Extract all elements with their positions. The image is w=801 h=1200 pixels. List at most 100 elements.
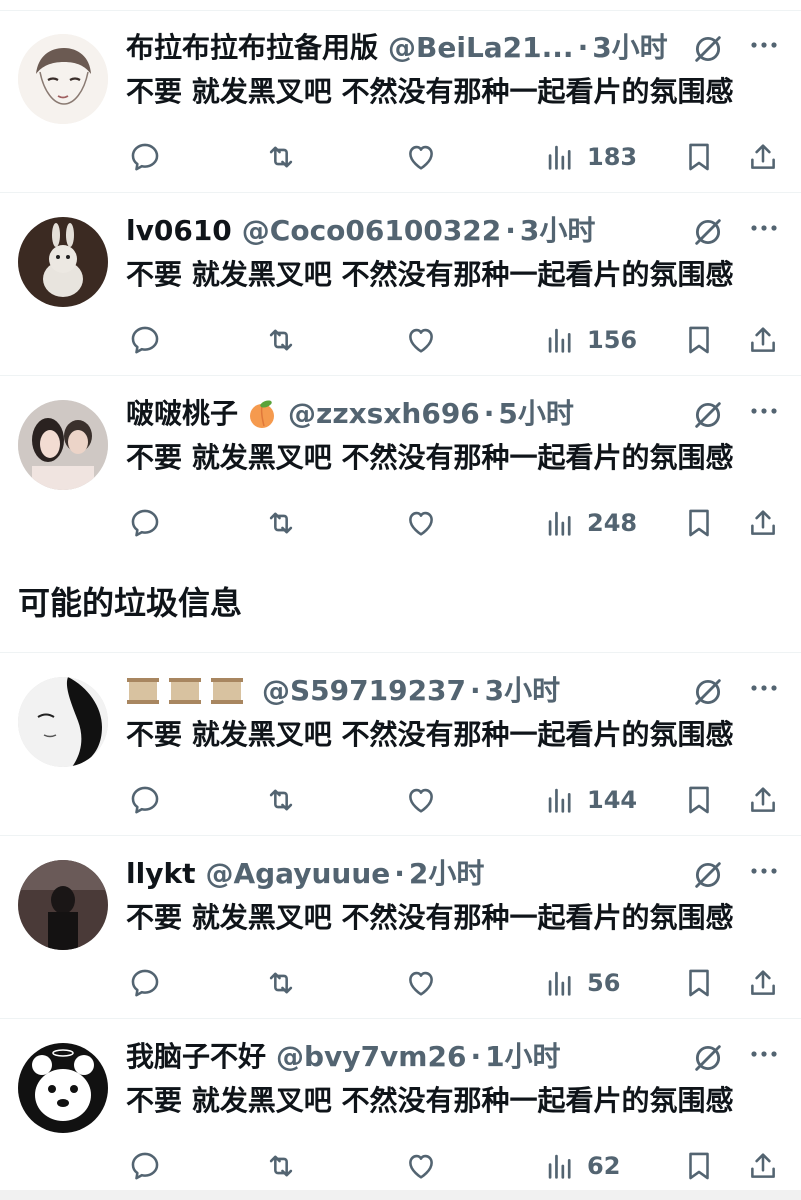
- user-handle[interactable]: @bvy7vm26: [276, 1037, 466, 1077]
- like-button[interactable]: [404, 777, 438, 823]
- views-button[interactable]: 62: [543, 1143, 620, 1189]
- retweet-icon: [264, 783, 298, 817]
- bookmark-button[interactable]: [682, 960, 716, 1006]
- grok-icon[interactable]: [691, 1041, 725, 1075]
- views-icon: [543, 966, 577, 1000]
- timestamp[interactable]: 2小时: [409, 854, 484, 894]
- tweet[interactable]: llykt @Agayuuue · 2小时 不要 就发黑叉吧 不然没有那种一起看…: [0, 836, 801, 1018]
- share-button[interactable]: [746, 777, 780, 823]
- views-button[interactable]: 248: [543, 500, 637, 546]
- tweet-text: 不要 就发黑叉吧 不然没有那种一起看片的氛围感: [126, 258, 734, 291]
- views-button[interactable]: 56: [543, 960, 620, 1006]
- share-button[interactable]: [746, 500, 780, 546]
- reply-button[interactable]: [128, 777, 162, 823]
- share-icon: [746, 140, 780, 174]
- heart-icon: [404, 506, 438, 540]
- reply-button[interactable]: [128, 1143, 162, 1189]
- views-button[interactable]: 183: [543, 134, 637, 180]
- scroll-emoji-icon: [127, 678, 159, 704]
- reply-button[interactable]: [128, 317, 162, 363]
- avatar[interactable]: [18, 34, 108, 124]
- bookmark-icon: [682, 783, 716, 817]
- bookmark-button[interactable]: [682, 500, 716, 546]
- retweet-icon: [264, 323, 298, 357]
- user-handle[interactable]: @BeiLa21...: [388, 28, 574, 68]
- more-options-icon[interactable]: [749, 864, 779, 878]
- timestamp[interactable]: 5小时: [498, 394, 573, 434]
- retweet-button[interactable]: [264, 134, 298, 180]
- grok-icon[interactable]: [691, 398, 725, 432]
- views-count: 144: [587, 786, 638, 814]
- grok-icon[interactable]: [691, 858, 725, 892]
- retweet-icon: [264, 1149, 298, 1183]
- user-handle[interactable]: @zzxsxh696: [288, 394, 480, 434]
- like-button[interactable]: [404, 317, 438, 363]
- timestamp[interactable]: 3小时: [592, 28, 667, 68]
- views-icon: [543, 783, 577, 817]
- timestamp[interactable]: 3小时: [520, 211, 595, 251]
- retweet-button[interactable]: [264, 960, 298, 1006]
- grok-icon[interactable]: [691, 32, 725, 66]
- tweet[interactable]: @S59719237 · 3小时 不要 就发黑叉吧 不然没有那种一起看片的氛围感…: [0, 653, 801, 835]
- retweet-button[interactable]: [264, 1143, 298, 1189]
- views-count: 62: [587, 1152, 621, 1180]
- avatar[interactable]: [18, 217, 108, 307]
- display-name[interactable]: 啵啵桃子: [126, 394, 238, 434]
- share-icon: [746, 323, 780, 357]
- views-icon: [543, 1149, 577, 1183]
- views-count: 183: [587, 143, 638, 171]
- more-options-icon[interactable]: [749, 1047, 779, 1061]
- avatar[interactable]: [18, 860, 108, 950]
- retweet-button[interactable]: [264, 317, 298, 363]
- grok-icon[interactable]: [691, 215, 725, 249]
- reply-button[interactable]: [128, 134, 162, 180]
- bookmark-button[interactable]: [682, 134, 716, 180]
- avatar[interactable]: [18, 1043, 108, 1133]
- tweet-text: 不要 就发黑叉吧 不然没有那种一起看片的氛围感: [126, 901, 734, 934]
- tweet[interactable]: 我脑子不好 @bvy7vm26 · 1小时 不要 就发黑叉吧 不然没有那种一起看…: [0, 1019, 801, 1191]
- tweet[interactable]: 啵啵桃子 @zzxsxh696 · 5小时 不要 就发黑叉吧 不然没有那种一起看…: [0, 376, 801, 558]
- share-button[interactable]: [746, 317, 780, 363]
- tweet[interactable]: lv0610 @Coco06100322 · 3小时 不要 就发黑叉吧 不然没有…: [0, 193, 801, 375]
- like-button[interactable]: [404, 1143, 438, 1189]
- tweet[interactable]: 布拉布拉布拉备用版 @BeiLa21... · 3小时 不要 就发黑叉吧 不然没…: [0, 10, 801, 192]
- share-button[interactable]: [746, 960, 780, 1006]
- retweet-button[interactable]: [264, 500, 298, 546]
- views-icon: [543, 323, 577, 357]
- display-name[interactable]: 我脑子不好: [126, 1037, 266, 1077]
- bookmark-button[interactable]: [682, 777, 716, 823]
- avatar[interactable]: [18, 677, 108, 767]
- views-button[interactable]: 156: [543, 317, 637, 363]
- bookmark-button[interactable]: [682, 317, 716, 363]
- bookmark-button[interactable]: [682, 1143, 716, 1189]
- separator-dot: ·: [470, 674, 481, 707]
- timestamp[interactable]: 3小时: [485, 671, 560, 711]
- peach-emoji-icon: [250, 400, 275, 428]
- reply-button[interactable]: [128, 960, 162, 1006]
- like-button[interactable]: [404, 134, 438, 180]
- user-handle[interactable]: @Agayuuue: [205, 854, 390, 894]
- views-button[interactable]: 144: [543, 777, 637, 823]
- avatar[interactable]: [18, 400, 108, 490]
- timestamp[interactable]: 1小时: [485, 1037, 560, 1077]
- display-name[interactable]: llykt: [126, 854, 195, 894]
- scroll-emoji-icon: [169, 678, 201, 704]
- more-options-icon[interactable]: [749, 681, 779, 695]
- more-options-icon[interactable]: [749, 221, 779, 235]
- share-button[interactable]: [746, 1143, 780, 1189]
- like-button[interactable]: [404, 960, 438, 1006]
- separator-dot: ·: [394, 857, 405, 890]
- share-button[interactable]: [746, 134, 780, 180]
- more-options-icon[interactable]: [749, 404, 779, 418]
- reply-icon: [128, 506, 162, 540]
- user-handle[interactable]: @S59719237: [262, 671, 466, 711]
- grok-icon[interactable]: [691, 675, 725, 709]
- display-name[interactable]: 布拉布拉布拉备用版: [126, 28, 378, 68]
- user-handle[interactable]: @Coco06100322: [242, 211, 501, 251]
- reply-button[interactable]: [128, 500, 162, 546]
- like-button[interactable]: [404, 500, 438, 546]
- retweet-button[interactable]: [264, 777, 298, 823]
- display-name[interactable]: lv0610: [126, 211, 232, 251]
- more-options-icon[interactable]: [749, 38, 779, 52]
- views-icon: [543, 140, 577, 174]
